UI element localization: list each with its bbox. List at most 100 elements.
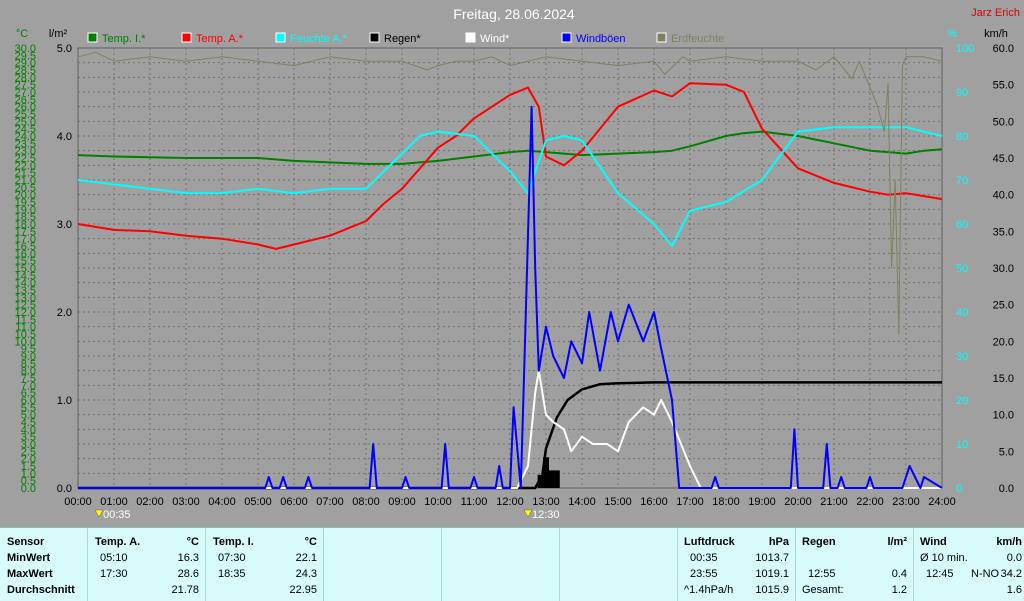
event-marker-icon: [94, 509, 104, 518]
y-tick-humidity: 20: [956, 395, 968, 407]
legend-swatch: [369, 32, 380, 43]
label-sensor: Sensor: [7, 536, 45, 548]
x-tick: 06:00: [280, 496, 308, 508]
label-maxwert: MaxWert: [7, 568, 53, 580]
legend-swatch: [656, 32, 667, 43]
x-tick: 14:00: [568, 496, 596, 508]
stats-col-empty-3: [560, 528, 678, 601]
stats-col-temp-i: Temp. I. °C 07:30 22.1 18:35 24.3 22.95: [206, 528, 324, 601]
x-tick: 12:00: [496, 496, 524, 508]
label-durchschnitt: Durchschnitt: [7, 584, 75, 596]
x-tick: 17:00: [676, 496, 704, 508]
event-marker-label: 00:35: [103, 509, 131, 521]
y-tick-wind: 35.0: [993, 226, 1014, 238]
temp-a-max-value: 28.6: [177, 568, 199, 580]
legend-swatch: [87, 32, 98, 43]
x-tick: 01:00: [100, 496, 128, 508]
temp-i-max-value: 24.3: [295, 568, 317, 580]
y-tick-wind: 10.0: [993, 410, 1014, 422]
temp-a-max-time: 17:30: [100, 568, 128, 580]
x-tick: 20:00: [784, 496, 812, 508]
y-tick-rain: 3.0: [57, 219, 72, 231]
pressure-unit: hPa: [768, 536, 789, 548]
y-tick-humidity: 50: [956, 263, 968, 275]
stats-col-empty-1: [324, 528, 442, 601]
x-tick: 21:00: [820, 496, 848, 508]
chart-title: Freitag, 28.06.2024: [453, 6, 575, 22]
x-tick: 10:00: [424, 496, 452, 508]
y-tick-wind: 40.0: [993, 190, 1014, 202]
y-tick-rain: 2.0: [57, 307, 72, 319]
legend-label: Temp. A.*: [196, 33, 244, 45]
legend-swatch: [561, 32, 572, 43]
y-tick-rain: 5.0: [57, 43, 72, 55]
x-tick: 19:00: [748, 496, 776, 508]
legend-label: Temp. I.*: [102, 33, 146, 45]
legend-label: Regen*: [384, 33, 421, 45]
pressure-r2-value: 1019.1: [755, 568, 789, 580]
pressure-header: Luftdruck: [684, 536, 735, 548]
legend-label: Erdfeuchte: [671, 33, 724, 45]
x-tick: 15:00: [604, 496, 632, 508]
legend-swatch: [465, 32, 476, 43]
stats-panel: Sensor MinWert MaxWert Durchschnitt Temp…: [0, 527, 1024, 601]
x-tick: 05:00: [244, 496, 272, 508]
y-tick-rain: 4.0: [57, 131, 72, 143]
x-tick: 22:00: [856, 496, 884, 508]
x-tick: 23:00: [892, 496, 920, 508]
y-tick-humidity: 70: [956, 175, 968, 187]
y-tick-rain: 1.0: [57, 395, 72, 407]
x-tick: 16:00: [640, 496, 668, 508]
temp-a-avg-value: 21.78: [171, 584, 199, 596]
x-tick: 09:00: [388, 496, 416, 508]
pressure-r1-time: 00:35: [690, 552, 718, 564]
rain-header: Regen: [802, 536, 836, 548]
x-tick: 18:00: [712, 496, 740, 508]
y-tick-wind: 0.0: [999, 483, 1014, 495]
x-tick: 13:00: [532, 496, 560, 508]
temp-i-min-time: 07:30: [218, 552, 246, 564]
pressure-r3-value: 1015.9: [755, 584, 789, 596]
brand-label: Jarz Erich: [971, 7, 1020, 19]
y-tick-wind: 15.0: [993, 373, 1014, 385]
legend-label: Wind*: [480, 33, 510, 45]
temp-i-header: Temp. I.: [213, 536, 254, 548]
y-tick-humidity: 0: [956, 483, 962, 495]
y-tick-humidity: 100: [956, 43, 974, 55]
y-tick-wind: 20.0: [993, 336, 1014, 348]
stats-col-labels: Sensor MinWert MaxWert Durchschnitt: [0, 528, 88, 601]
pressure-trend-label: ^1.4hPa/h: [684, 584, 734, 596]
x-tick: 03:00: [172, 496, 200, 508]
temp-i-unit: °C: [304, 536, 317, 548]
temp-a-header: Temp. A.: [95, 536, 141, 548]
y-tick-humidity: 40: [956, 307, 968, 319]
event-marker-label: 12:30: [532, 509, 560, 521]
x-tick: 24:00: [928, 496, 956, 508]
y-tick-wind: 45.0: [993, 153, 1014, 165]
weather-chart: 0.00.51.01.52.02.53.03.54.04.55.05.56.06…: [15, 6, 1020, 521]
legend-label: Windböen: [576, 33, 626, 45]
chart-legend: Temp. I.* Temp. A.* Feuchte A.* Regen* Wind*…: [87, 32, 724, 45]
pressure-r1-value: 1013.7: [755, 552, 789, 564]
y-tick-humidity: 30: [956, 351, 968, 363]
unit-right1: %: [947, 28, 957, 40]
y-tick-wind: 25.0: [993, 300, 1014, 312]
wind-max-direction: N-NO: [971, 568, 1000, 580]
y-tick-wind: 30.0: [993, 263, 1014, 275]
rain-total-value: 1.2: [891, 584, 907, 596]
label-minwert: MinWert: [7, 552, 51, 564]
rain-total-label: Gesamt:: [802, 584, 844, 596]
x-tick: 02:00: [136, 496, 164, 508]
rain-unit: l/m²: [887, 536, 907, 548]
wind-header: Wind: [920, 536, 947, 548]
pressure-r2-time: 23:55: [690, 568, 718, 580]
y-tick-humidity: 90: [956, 87, 968, 99]
legend-swatch: [275, 32, 286, 43]
temp-a-min-time: 05:10: [100, 552, 128, 564]
rain-r2-time: 12:55: [808, 568, 836, 580]
temp-i-min-value: 22.1: [295, 552, 317, 564]
wind-max-time: 12:45: [926, 568, 954, 580]
wind-r3-value: 1.6: [1006, 584, 1022, 596]
temp-a-min-value: 16.3: [177, 552, 199, 564]
unit-right2: km/h: [984, 28, 1008, 40]
